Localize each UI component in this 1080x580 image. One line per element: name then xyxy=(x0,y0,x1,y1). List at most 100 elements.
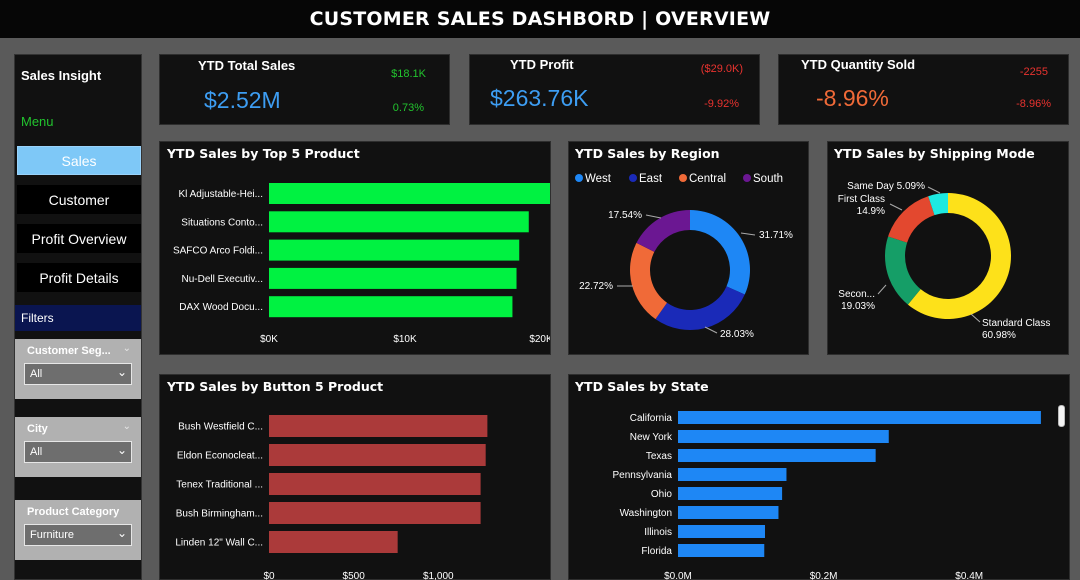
category-label: Kl Adjustable-Hei... xyxy=(179,189,264,200)
nav-profit-details-button[interactable]: Profit Details xyxy=(17,263,141,292)
filter-label: Product Category xyxy=(27,506,120,518)
legend-marker xyxy=(575,174,583,182)
kpi-title: YTD Profit xyxy=(510,57,574,72)
donut-slice xyxy=(630,242,668,320)
region-donut-chart: West East Central South 31.71% 28.03% 22.72% 17… xyxy=(575,173,793,340)
slice-label-line: 19.03% xyxy=(841,301,875,312)
bar xyxy=(678,544,765,557)
leader-line xyxy=(889,203,903,211)
bottom5-product-chart: Bush Westfield C... Eldon Econocleat... Te… xyxy=(175,415,488,580)
bar xyxy=(269,296,513,318)
select-value: Furniture xyxy=(30,529,75,541)
kpi-delta-abs: ($29.0K) xyxy=(700,63,743,75)
state-bar-chart: California New York Texas Pennsylvania Ohio W… xyxy=(613,411,1041,580)
bar xyxy=(269,502,481,524)
category-label: Linden 12" Wall C... xyxy=(175,538,263,549)
product-category-select[interactable]: Furniture ⌄ xyxy=(24,524,132,546)
category-label: Bush Westfield C... xyxy=(178,422,263,433)
leader-line xyxy=(645,214,662,219)
category-label: Ohio xyxy=(651,489,673,500)
nav-profit-overview-button[interactable]: Profit Overview xyxy=(17,224,141,253)
legend-marker xyxy=(679,174,687,182)
category-label: Illinois xyxy=(644,527,672,538)
kpi-delta-pct: -9.92% xyxy=(704,98,739,110)
top5-product-chart: Kl Adjustable-Hei... Situations Conto... S… xyxy=(173,183,550,345)
bar xyxy=(678,449,876,462)
x-tick-label: $0.2M xyxy=(810,571,838,580)
kpi-title: YTD Total Sales xyxy=(198,58,296,73)
category-label: California xyxy=(630,413,673,424)
filter-label: Customer Seg... xyxy=(27,345,111,357)
kpi-delta-pct: 0.73% xyxy=(392,102,424,114)
x-tick-label: $10K xyxy=(393,334,417,345)
chevron-down-icon[interactable]: ⌄ xyxy=(123,343,131,354)
category-label: Washington xyxy=(620,508,672,519)
category-label: Eldon Econocleat... xyxy=(177,451,263,462)
product-category-filter: Product Category Furniture ⌄ xyxy=(15,500,141,560)
select-value: All xyxy=(30,368,43,380)
dashboard-header: CUSTOMER SALES DASHBORD | OVERVIEW xyxy=(0,0,1080,38)
kpi-card-total-sales: YTD Total Sales $2.52M $18.1K 0.73% xyxy=(159,54,450,125)
slice-label-line: 60.98% xyxy=(982,330,1016,341)
kpi-delta-abs: -2255 xyxy=(1019,66,1048,78)
bar xyxy=(269,444,486,466)
chevron-down-icon[interactable]: ⌄ xyxy=(123,421,131,432)
slice-label: 22.72% xyxy=(579,281,613,292)
slice-label: First Class 14.9% xyxy=(838,194,885,217)
leader-line xyxy=(877,284,887,295)
kpi-title: YTD Quantity Sold xyxy=(801,57,916,72)
x-tick-label: $0K xyxy=(260,334,278,345)
customer-segment-filter: Customer Seg... ⌄ All ⌄ xyxy=(15,339,141,399)
bottom5-product-card: YTD Sales by Button 5 Product Bush Westf… xyxy=(159,374,551,580)
x-tick-label: $0.4M xyxy=(955,571,983,580)
sidebar: Sales Insight Menu Sales Customer Profit… xyxy=(14,54,142,580)
top5-product-card: YTD Sales by Top 5 Product Kl Adjustable… xyxy=(159,141,551,355)
leader-line xyxy=(740,232,756,236)
customer-segment-select[interactable]: All ⌄ xyxy=(24,363,132,385)
scrollbar-thumb[interactable] xyxy=(1058,405,1065,427)
menu-label: Menu xyxy=(21,114,54,129)
slice-label: 31.71% xyxy=(759,230,793,241)
bar xyxy=(269,415,488,437)
category-label: DAX Wood Docu... xyxy=(179,302,263,313)
kpi-card-quantity: YTD Quantity Sold -8.96% -2255 -8.96% xyxy=(778,54,1069,125)
nav-sales-button[interactable]: Sales xyxy=(17,146,141,175)
filter-label: City xyxy=(27,423,48,435)
bar xyxy=(269,239,520,261)
donut-slice xyxy=(655,286,745,330)
slice-label-line: First Class xyxy=(838,194,885,205)
slice-label-line: Same Day 5.09% xyxy=(847,181,925,192)
kpi-delta-abs: $18.1K xyxy=(391,68,426,80)
donut-slice xyxy=(636,210,690,252)
kpi-value: -8.96% xyxy=(816,85,889,111)
leader-line xyxy=(704,326,718,334)
shipping-mode-card: YTD Sales by Shipping Mode Standard Clas… xyxy=(827,141,1069,355)
donut-slice xyxy=(885,236,921,305)
category-label: Situations Conto... xyxy=(181,217,263,228)
category-label: Florida xyxy=(641,546,672,557)
bar xyxy=(269,531,398,553)
category-label: SAFCO Arco Foldi... xyxy=(173,246,263,257)
slice-label: Standard Class 60.98% xyxy=(982,318,1050,341)
legend-label: East xyxy=(639,173,663,185)
kpi-delta-pct: -8.96% xyxy=(1016,98,1051,110)
bar xyxy=(678,430,889,443)
nav-customer-button[interactable]: Customer xyxy=(17,185,141,214)
bar xyxy=(678,506,779,519)
donut-slice xyxy=(690,210,750,295)
slice-label: Secon... 19.03% xyxy=(838,289,875,312)
bar xyxy=(678,487,783,500)
leader-line xyxy=(927,186,941,194)
legend-label: Central xyxy=(689,173,726,185)
slice-label: 17.54% xyxy=(608,210,642,221)
city-select[interactable]: All ⌄ xyxy=(24,441,132,463)
chevron-down-icon: ⌄ xyxy=(116,443,127,457)
slice-label-line: 14.9% xyxy=(857,206,885,217)
kpi-value: $2.52M xyxy=(204,87,281,113)
category-label: Tenex Traditional ... xyxy=(176,480,263,491)
bar xyxy=(678,411,1041,424)
legend-marker xyxy=(743,174,751,182)
category-label: Pennsylvania xyxy=(613,470,673,481)
category-label: New York xyxy=(630,432,673,443)
bar xyxy=(678,468,787,481)
